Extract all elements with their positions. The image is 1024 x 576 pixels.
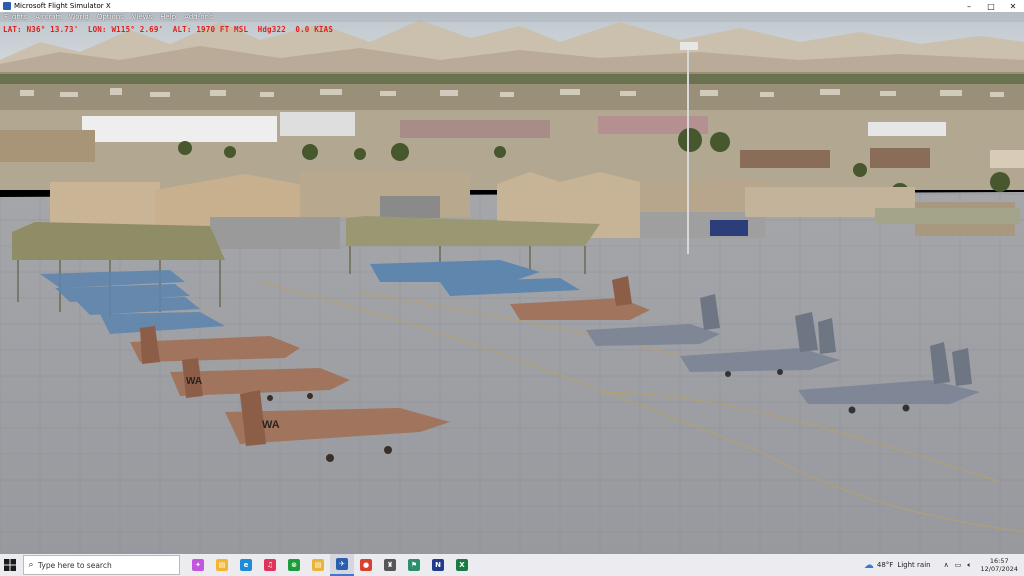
flight-sim-icon: ✈ [336, 558, 348, 570]
windows-icon [4, 559, 16, 571]
menu-aircraft[interactable]: Aircraft [31, 13, 65, 21]
taskbar-search[interactable]: ⌕ Type here to search [23, 555, 180, 575]
weather-widget[interactable]: ☁ 48°F Light rain [864, 560, 931, 571]
menu-help[interactable]: Help [156, 13, 180, 21]
simulator-viewport[interactable]: WA WA [0, 12, 1024, 554]
menu-options[interactable]: Options [93, 13, 128, 21]
position-readout: LAT: N36° 13.73' LON: W115° 2.69' ALT: 1… [3, 25, 334, 34]
chrome-icon: ● [360, 559, 372, 571]
app-icon [3, 2, 11, 10]
taskbar-app-onenote[interactable]: N [426, 554, 450, 576]
taskbar-app-xbox[interactable]: ⊗ [282, 554, 306, 576]
taskbar: ⌕ Type here to search ✦ ▤ e ♫ ⊗ ▤ ✈ ● ♜ ⚑ N X ☁ 48°… [0, 554, 1024, 576]
taskbar-app-app-castle[interactable]: ♜ [378, 554, 402, 576]
taskbar-app-app-green[interactable]: ⚑ [402, 554, 426, 576]
folder-icon: ▤ [312, 559, 324, 571]
taskbar-app-flight-sim[interactable]: ✈ [330, 554, 354, 576]
search-icon: ⌕ [28, 560, 34, 570]
clock-time: 16:57 [989, 557, 1009, 565]
start-button[interactable] [0, 554, 20, 576]
weather-temp: 48°F [876, 561, 894, 569]
menu-world[interactable]: World [65, 13, 93, 21]
cloud-rain-icon: ☁ [863, 559, 874, 571]
minimize-button[interactable]: – [958, 0, 980, 12]
system-tray: ☁ 48°F Light rain ∧ ▭ 🔈︎ 16:57 12/07/202… [864, 554, 1024, 576]
menu-views[interactable]: Views [128, 13, 156, 21]
app-green-icon: ⚑ [408, 559, 420, 571]
menu-addons[interactable]: Add-ons [180, 13, 217, 21]
copilot-icon: ✦ [192, 559, 204, 571]
taskbar-app-chrome[interactable]: ● [354, 554, 378, 576]
title-bar[interactable]: Microsoft Flight Simulator X – □ ✕ [0, 0, 1024, 12]
window-title: Microsoft Flight Simulator X [14, 2, 111, 10]
excel-icon: X [456, 559, 468, 571]
app-castle-icon: ♜ [384, 559, 396, 571]
file-explorer-icon: ▤ [216, 559, 228, 571]
edge-icon: e [240, 559, 252, 571]
network-icon[interactable]: ▭ [955, 561, 962, 569]
flight-sim-window: WA WA Microsoft Flight Simulator X – □ ✕ [0, 0, 1024, 576]
taskbar-app-edge[interactable]: e [234, 554, 258, 576]
clock-date: 12/07/2024 [980, 565, 1018, 573]
onenote-icon: N [432, 559, 444, 571]
maximize-button[interactable]: □ [980, 0, 1002, 12]
close-button[interactable]: ✕ [1002, 0, 1024, 12]
taskbar-app-file-explorer[interactable]: ▤ [210, 554, 234, 576]
taskbar-app-excel[interactable]: X [450, 554, 474, 576]
search-placeholder: Type here to search [38, 560, 112, 570]
menu-flights[interactable]: Flights [0, 13, 31, 21]
tail-code-2: WA [186, 376, 202, 387]
menu-bar: Flights Aircraft World Options Views Hel… [0, 12, 1024, 22]
taskbar-app-music[interactable]: ♫ [258, 554, 282, 576]
xbox-icon: ⊗ [288, 559, 300, 571]
taskbar-app-copilot[interactable]: ✦ [186, 554, 210, 576]
taskbar-app-folder[interactable]: ▤ [306, 554, 330, 576]
volume-icon[interactable]: 🔈︎ [967, 561, 971, 570]
music-icon: ♫ [264, 559, 276, 571]
chevron-up-icon[interactable]: ∧ [944, 561, 949, 569]
tail-code-1: WA [262, 419, 280, 431]
building-white [82, 116, 277, 142]
truck [710, 220, 748, 236]
weather-condition: Light rain [897, 561, 931, 569]
taskbar-apps: ✦ ▤ e ♫ ⊗ ▤ ✈ ● ♜ ⚑ N X [186, 554, 474, 576]
clock[interactable]: 16:57 12/07/2024 [981, 557, 1018, 573]
